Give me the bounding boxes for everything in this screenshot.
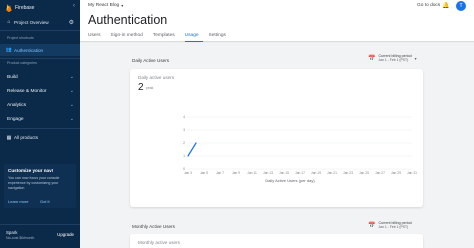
x-tick-label: Jan 23 [343,171,353,175]
sidebar-item-analytics[interactable]: Analytics ⌄ [0,99,80,111]
data-point [195,142,197,144]
daily-section-title: Daily Active Users [132,58,170,63]
avatar[interactable]: T [456,1,466,11]
metric-label: Monthly active users [138,240,180,245]
sidebar-item-engage[interactable]: Engage ⌄ [0,113,80,125]
promo-title: Customize your nav! [8,168,54,173]
x-tick-label: Jan 29 [391,171,401,175]
shortcuts-label: Project shortcuts [7,36,34,40]
project-overview-label: Project Overview [14,19,49,25]
x-tick-label: Jan 19 [311,171,321,175]
collapse-sidebar-icon[interactable]: ‹ [73,3,75,9]
page-title: Authentication [88,13,168,27]
category-label: Analytics [7,102,27,108]
calendar-icon: 📅 [368,56,376,62]
grid-icon: ▦ [6,134,12,141]
monthly-section-title: Monthly Active Users [132,224,175,229]
dropdown-icon: ▾ [414,56,417,61]
category-label: Release & Monitor [7,88,47,94]
sidebar-item-all-products[interactable]: ▦ All products [0,131,80,144]
chevron-down-icon: ⌄ [69,102,74,108]
upgrade-button[interactable]: Upgrade [57,232,74,237]
header: My React Blog ▾ Go to docs 🔔 T Authentic… [80,0,474,42]
chevron-down-icon: ⌄ [69,116,74,122]
x-tick-label: Jan 3 [184,171,192,175]
x-tick-label: Jan 11 [247,171,257,175]
y-tick-label: 2 [183,141,185,145]
y-tick-label: 1 [183,154,185,158]
x-tick-label: Jan 21 [327,171,337,175]
x-tick-label: Jan 9 [232,171,240,175]
chevron-down-icon: ⌄ [69,88,74,94]
sidebar-item-release-monitor[interactable]: Release & Monitor ⌄ [0,85,80,97]
main-content: Daily Active Users 📅 Current billing per… [80,43,474,248]
customize-nav-card: Customize your nav! You can now focus yo… [4,164,76,208]
y-tick-label: 3 [183,128,185,132]
x-tick-label: Jan 25 [359,171,369,175]
period-range: Jan 1 - Feb 1 (PST) [378,225,409,230]
sidebar-item-authentication[interactable]: 👥 Authentication [0,44,80,56]
x-tick-label: Jan 27 [375,171,385,175]
x-tick-label: Jan 5 [200,171,208,175]
project-selector[interactable]: My React Blog ▾ [88,3,123,8]
divider [0,128,80,129]
promo-text: You can now focus your console experienc… [8,176,60,190]
plan-price: No-cost $0/month [6,236,35,240]
chevron-down-icon: ▾ [121,3,124,8]
gear-icon[interactable]: ⚙ [69,19,74,26]
tab-users[interactable]: Users [88,33,105,42]
series-line [187,142,197,157]
period-range: Jan 1 - Feb 1 (PST) [378,58,409,63]
categories-label: Product categories [7,61,37,65]
sidebar-item-project-overview[interactable]: ⌂ Project Overview ⚙ [0,16,80,28]
tab-bar: Users Sign-in method Templates Usage Set… [88,33,236,42]
notification-bell-icon[interactable]: 🔔 [442,2,449,9]
learn-more-link[interactable]: Learn more [8,199,28,204]
category-label: Build [7,74,18,80]
divider [0,30,80,31]
project-name: My React Blog [88,3,120,8]
y-tick-label: 4 [183,115,185,119]
plan-name: Spark [6,230,18,235]
authentication-label: Authentication [14,47,44,53]
divider [0,58,80,59]
x-axis-label: Daily Active Users (per day) [265,178,315,183]
tab-settings[interactable]: Settings [209,33,230,42]
got-it-button[interactable]: Got it [40,199,50,204]
home-icon: ⌂ [7,19,11,25]
daily-active-users-card: Daily active users 2 peak 0 1 2 3 4 Jan 3 Jan … [130,69,423,207]
daily-billing-period-selector[interactable]: 📅 Current billing period Jan 1 - Feb 1 (… [368,54,417,63]
monthly-billing-period-selector[interactable]: 📅 Current billing period Jan 1 - Feb 1 (… [368,221,412,230]
firebase-logo[interactable]: Firebase [6,3,34,13]
monthly-active-users-card: Monthly active users 2 [130,234,423,248]
users-icon: 👥 [5,47,13,53]
brand-name: Firebase [15,5,35,11]
x-tick-label: Jan 17 [295,171,305,175]
all-products-label: All products [14,135,39,140]
tab-usage[interactable]: Usage [184,33,203,42]
go-to-docs-link[interactable]: Go to docs [417,3,440,8]
daily-active-users-chart: 01234Jan 3 Jan 5 Jan 7 Jan 9 Jan 11 Jan 13 Jan… [183,115,417,183]
data-point [187,155,189,157]
x-tick-label: Jan 7 [216,171,224,175]
x-tick-label: Jan 31 [407,171,417,175]
calendar-icon: 📅 [368,223,376,229]
sidebar: Firebase ‹ ⌂ Project Overview ⚙ Project … [0,0,80,248]
category-label: Engage [7,116,24,122]
tab-templates[interactable]: Templates [153,33,179,42]
tab-sign-in-method[interactable]: Sign-in method [111,33,147,42]
x-tick-label: Jan 13 [263,171,273,175]
plan-footer: Spark No-cost $0/month Upgrade [0,224,80,248]
x-tick-label: Jan 15 [279,171,289,175]
firebase-flame-icon [6,4,12,12]
chevron-down-icon: ⌄ [69,74,74,80]
sidebar-item-build[interactable]: Build ⌄ [0,71,80,83]
